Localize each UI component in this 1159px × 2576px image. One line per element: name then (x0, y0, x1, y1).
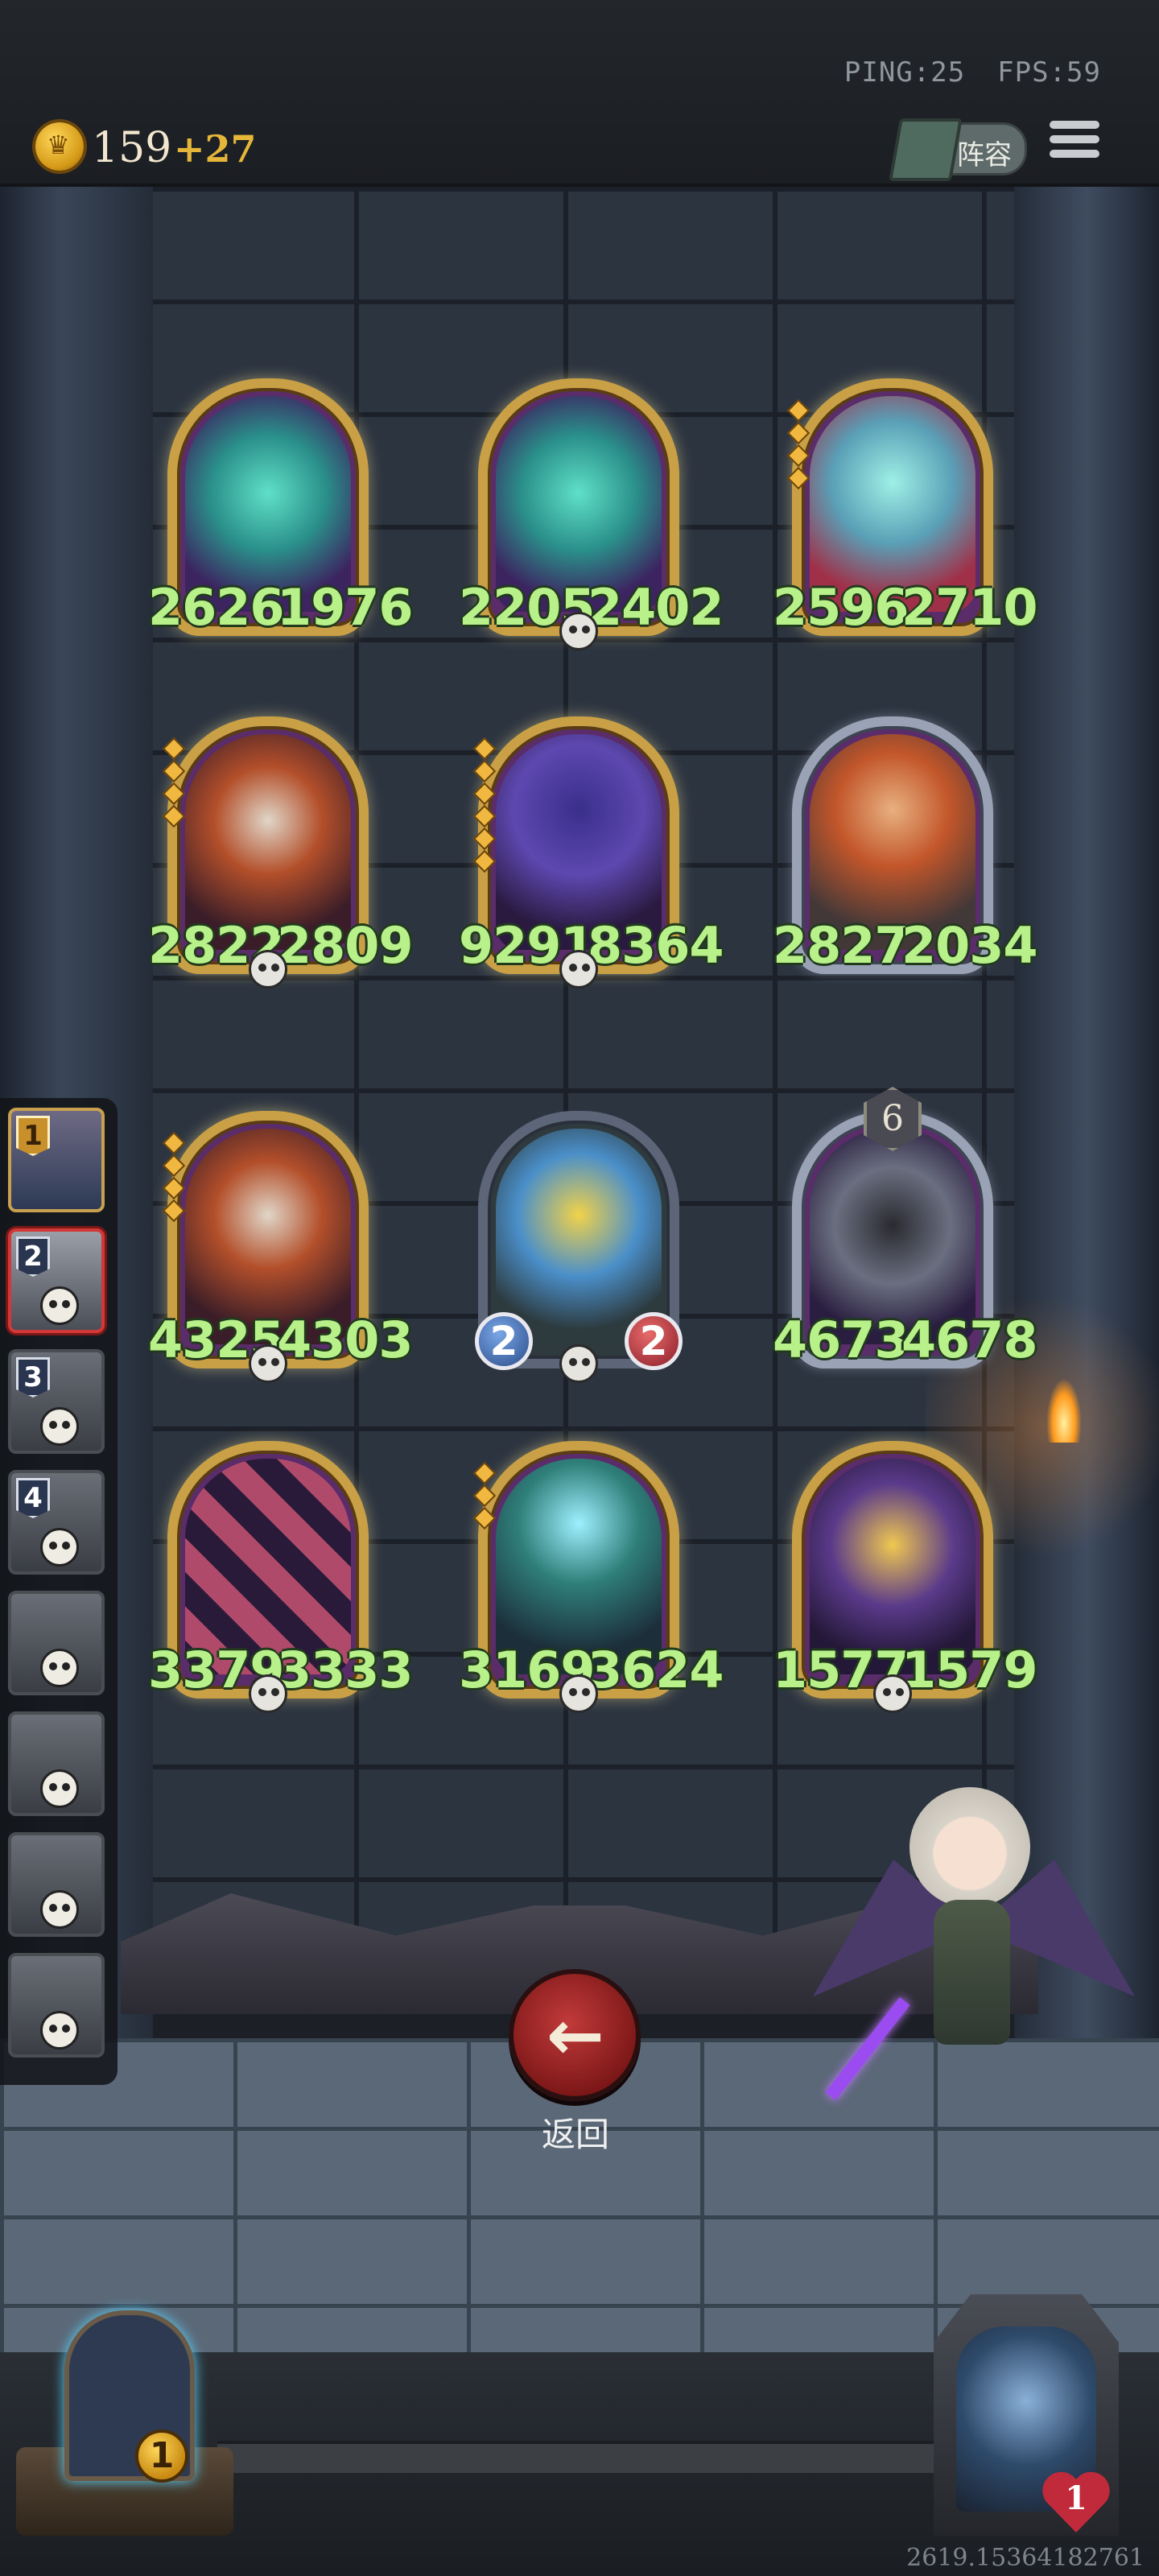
health-value: 2809 (277, 916, 414, 975)
lineup-label: 阵容 (957, 139, 1012, 171)
skull-icon (559, 612, 598, 650)
skull-icon (559, 1344, 598, 1383)
minion-card-lantern-lich[interactable]: 3169 3624 (459, 1441, 724, 1713)
top-hud: PING:25 FPS:59 159 +27 阵容 (0, 0, 1159, 187)
opponent-health: 1 (1065, 2479, 1087, 2517)
board-rail (217, 2441, 942, 2473)
skull-icon (559, 950, 598, 989)
player-gold-badge: 1 (135, 2429, 188, 2483)
back-button[interactable]: ← (509, 1969, 641, 2101)
ping-readout: PING:25 (843, 56, 966, 89)
health-value: 3624 (588, 1641, 724, 1699)
queue-slot[interactable]: 2 (8, 1228, 105, 1333)
gem-stack-icon (472, 1461, 497, 1533)
minion-card-harlequin[interactable]: 3379 3333 (148, 1441, 414, 1713)
health-value: 3333 (277, 1641, 414, 1699)
minion-card-hooded-assassin[interactable]: 2822 2809 (148, 716, 414, 989)
attack-orb: 2 (475, 1312, 533, 1370)
purple-blade-icon (825, 1996, 910, 2101)
queue-slot[interactable] (8, 1591, 105, 1695)
network-stats: PING:25 FPS:59 (812, 56, 1101, 89)
queue-slot[interactable]: 1 (8, 1108, 105, 1212)
skull-icon (40, 1649, 79, 1687)
health-value: 4303 (277, 1311, 414, 1369)
gem-stack-icon (786, 398, 810, 493)
hamburger-menu-icon[interactable] (1050, 121, 1099, 171)
arrow-left-icon: ← (546, 1996, 605, 2076)
queue-rank-badge: 2 (16, 1236, 50, 1277)
skull-icon (40, 1890, 79, 1929)
queue-slot[interactable] (8, 1832, 105, 1937)
queue-slot[interactable]: 3 (8, 1349, 105, 1454)
health-value: 2034 (901, 916, 1038, 975)
queue-rank-badge: 1 (16, 1116, 50, 1156)
gem-stack-icon (162, 737, 186, 831)
queue-slot[interactable]: 4 (8, 1470, 105, 1575)
torch-flame-icon (1046, 1378, 1082, 1443)
skull-icon (40, 2011, 79, 2050)
gem-stack-icon (472, 737, 497, 876)
book-icon (889, 118, 963, 181)
skull-icon (40, 1769, 79, 1808)
health-orb: 2 (625, 1312, 683, 1370)
skull-icon (40, 1407, 79, 1446)
health-value: 1976 (277, 578, 414, 637)
hero-body (934, 1900, 1010, 2045)
attack-value: 2626 (148, 578, 285, 637)
skull-icon (40, 1286, 79, 1325)
gem-stack-icon (162, 1131, 186, 1225)
minion-card-spectral-wolf[interactable]: 2626 1976 (148, 378, 414, 637)
gold-amount: 159 (92, 124, 172, 172)
skull-icon (40, 1528, 79, 1567)
minion-card-spectral-wolf[interactable]: 2205 2402 (459, 378, 724, 650)
minion-card-ranger[interactable]: 2827 2034 (773, 716, 1038, 975)
health-value: 1579 (901, 1641, 1038, 1699)
session-id: 2619.15364182761 (906, 2544, 1145, 2572)
player-portrait[interactable]: 1 (16, 2310, 233, 2544)
minion-card-mech-knight[interactable]: 9291 8364 (459, 716, 724, 989)
right-pillar (1014, 187, 1159, 2038)
back-button-label: 返回 (541, 2115, 609, 2154)
skull-icon (873, 1674, 912, 1713)
queue-slot[interactable] (8, 1711, 105, 1816)
minion-card-ghost-spirit[interactable]: 2596 2710 (773, 378, 1038, 637)
health-value: 4678 (901, 1311, 1038, 1369)
minion-card-shadow-beast[interactable]: 6 4673 4678 (773, 1087, 1038, 1369)
queue-rank-badge: 4 (16, 1478, 50, 1518)
queue-slot[interactable] (8, 1953, 105, 2058)
minion-card-golden-golem[interactable]: 1577 1579 (773, 1441, 1038, 1713)
attack-value: 2596 (773, 578, 909, 637)
crown-coin-icon (35, 122, 84, 171)
attack-value: 2827 (773, 916, 909, 975)
health-value: 2710 (901, 578, 1038, 637)
minion-art (496, 1129, 662, 1344)
queue-rank-badge: 3 (16, 1357, 50, 1397)
fps-readout: FPS:59 (997, 56, 1101, 89)
attack-value: 4673 (773, 1311, 909, 1369)
lineup-button[interactable]: 阵容 (889, 118, 1027, 181)
skull-icon (249, 950, 287, 989)
minion-card-hooded-assassin[interactable]: 4325 4303 (148, 1111, 414, 1383)
skull-icon (249, 1674, 287, 1713)
skull-icon (249, 1344, 287, 1383)
health-value: 8364 (588, 916, 724, 975)
hero-character[interactable] (813, 1787, 1135, 2109)
hero-head (909, 1787, 1030, 1908)
minion-card-pinocchio-puppet[interactable]: 22 (475, 1111, 683, 1383)
health-value: 2402 (588, 578, 724, 637)
gold-income: +27 (174, 127, 257, 171)
opponent-queue: 1 2 3 4 (0, 1098, 118, 2085)
skull-icon (559, 1674, 598, 1713)
